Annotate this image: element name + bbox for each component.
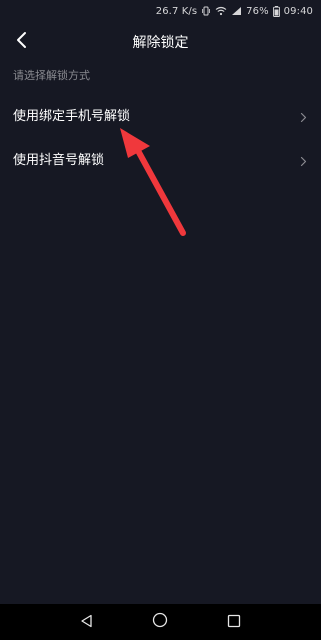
chevron-right-icon bbox=[300, 108, 307, 127]
screen: 26.7 K/s 76% 09:40 解除锁定 请选择解锁方式 使用绑定手机号解… bbox=[0, 0, 321, 640]
vibrate-icon bbox=[201, 6, 211, 16]
nav-back-button[interactable] bbox=[75, 610, 99, 634]
chevron-right-icon bbox=[300, 152, 307, 171]
signal-icon bbox=[231, 6, 242, 16]
navigation-bar bbox=[0, 604, 321, 640]
recents-square-icon bbox=[227, 613, 241, 632]
network-speed: 26.7 K/s bbox=[155, 5, 198, 17]
battery-percent: 76% bbox=[246, 5, 269, 17]
back-triangle-icon bbox=[80, 613, 94, 632]
option-label: 使用绑定手机号解锁 bbox=[13, 108, 131, 124]
option-unlock-by-phone[interactable]: 使用绑定手机号解锁 bbox=[0, 92, 321, 136]
battery-icon bbox=[272, 5, 280, 17]
section-label: 请选择解锁方式 bbox=[13, 69, 90, 82]
clock: 09:40 bbox=[283, 5, 313, 17]
header: 解除锁定 bbox=[0, 22, 321, 62]
status-bar: 26.7 K/s 76% 09:40 bbox=[0, 0, 321, 22]
option-unlock-by-douyin-id[interactable]: 使用抖音号解锁 bbox=[0, 136, 321, 180]
wifi-icon bbox=[215, 6, 227, 16]
unlock-option-list: 使用绑定手机号解锁 使用抖音号解锁 bbox=[0, 92, 321, 180]
option-label: 使用抖音号解锁 bbox=[13, 152, 105, 168]
page-title: 解除锁定 bbox=[132, 35, 189, 51]
nav-home-button[interactable] bbox=[148, 610, 172, 634]
home-circle-icon bbox=[152, 612, 168, 632]
nav-recents-button[interactable] bbox=[222, 610, 246, 634]
